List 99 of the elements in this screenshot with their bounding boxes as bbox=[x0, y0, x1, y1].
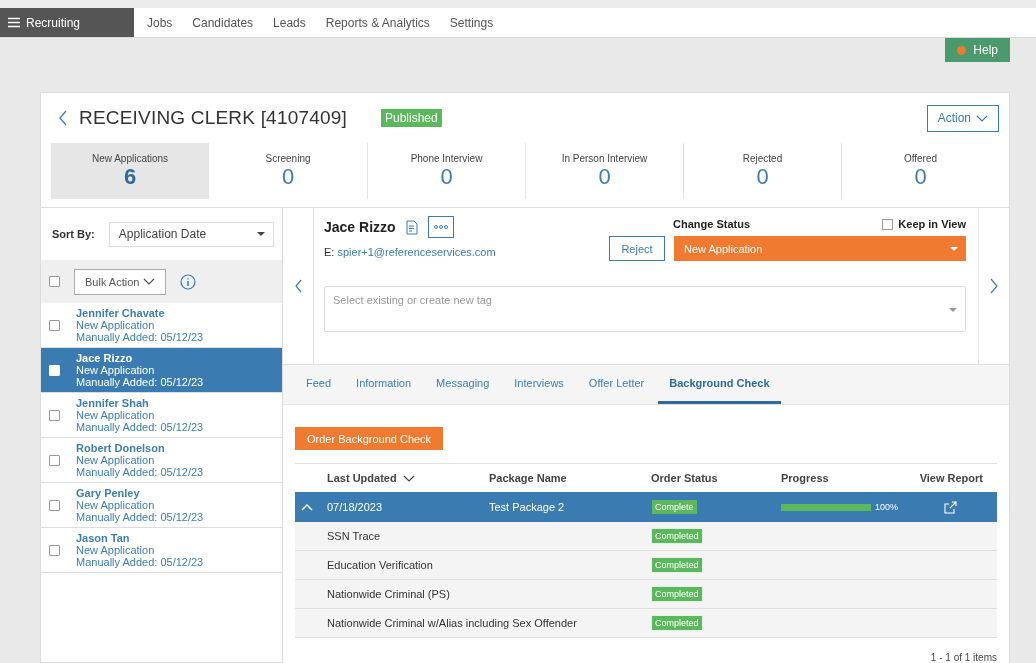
tab[interactable]: Feed bbox=[295, 364, 343, 404]
status-badge: Completed bbox=[651, 557, 703, 573]
ellipsis-icon bbox=[433, 225, 448, 229]
reject-button[interactable]: Reject bbox=[609, 236, 665, 261]
sort-label: Sort By: bbox=[52, 228, 95, 240]
tab[interactable]: Offer Letter bbox=[577, 364, 656, 404]
stage-tab[interactable]: Screening 0 bbox=[209, 143, 367, 199]
pagination-text: 1 - 1 of 1 items bbox=[929, 652, 997, 663]
nav-link[interactable]: Jobs bbox=[147, 15, 173, 30]
help-button[interactable]: Help bbox=[945, 38, 1010, 62]
table-cell-text: Nationwide Criminal (PS) bbox=[327, 588, 451, 600]
table-cell-text: Education Verification bbox=[327, 559, 434, 571]
nav-link[interactable]: Reports & Analytics bbox=[325, 15, 430, 30]
back-icon[interactable] bbox=[59, 110, 67, 126]
table-cell-text: SSN Trace bbox=[327, 530, 382, 542]
candidate-row[interactable]: Gary Penley New Application Manually Added: 05/12/23 bbox=[41, 483, 282, 528]
status-badge: Completed bbox=[651, 586, 703, 602]
external-link-icon[interactable] bbox=[944, 500, 957, 514]
candidate-name: Jennifer Shah bbox=[76, 397, 150, 409]
info-icon bbox=[180, 273, 197, 290]
column-header[interactable]: Last Updated bbox=[327, 472, 489, 484]
column-header: Progress bbox=[781, 472, 830, 484]
chevron-down-icon bbox=[976, 113, 988, 123]
nav-link[interactable]: Leads bbox=[273, 15, 306, 30]
chevron-up-icon[interactable] bbox=[301, 502, 313, 512]
tab[interactable]: Information bbox=[345, 364, 423, 404]
tab[interactable]: Messaging bbox=[425, 364, 501, 404]
caret-icon bbox=[256, 232, 265, 236]
candidate-status: New Application bbox=[76, 409, 156, 421]
stage-tab[interactable]: Rejected 0 bbox=[683, 143, 841, 199]
candidate-status: New Application bbox=[76, 454, 156, 466]
stage-tab[interactable]: New Applications 6 bbox=[51, 143, 209, 199]
document-icon[interactable] bbox=[405, 219, 418, 235]
chevron-down-icon bbox=[143, 277, 156, 286]
candidate-name: Jennifer Chavate bbox=[76, 307, 166, 319]
candidate-name: Jace Rizzo bbox=[76, 352, 134, 364]
added-date: Manually Added: 05/12/23 bbox=[76, 466, 204, 478]
checkbox[interactable] bbox=[49, 409, 60, 421]
candidate-row[interactable]: Jennifer Shah New Application Manually Added: 05/12/23 bbox=[41, 393, 282, 438]
candidate-status: New Application bbox=[76, 544, 156, 556]
candidate-row[interactable]: Robert Donelson New Application Manually Added: 05/12/23 bbox=[41, 438, 282, 483]
candidate-name: Jason Tan bbox=[76, 532, 131, 544]
progress-value: 100% bbox=[875, 502, 899, 512]
tag-field[interactable]: Select existing or create new tag bbox=[324, 286, 966, 332]
added-date: Manually Added: 05/12/23 bbox=[76, 331, 204, 343]
candidate-status: New Application bbox=[76, 364, 156, 376]
table-cell-text: 07/18/2023 bbox=[327, 501, 384, 513]
status-dropdown[interactable]: New Application bbox=[674, 236, 966, 261]
candidate-row[interactable]: Jace Rizzo New Application Manually Added: 05/12/23 bbox=[41, 348, 282, 393]
checkbox[interactable] bbox=[49, 544, 60, 556]
added-date: Manually Added: 05/12/23 bbox=[76, 421, 204, 433]
candidate-name: Robert Donelson bbox=[76, 442, 166, 454]
candidate-row[interactable]: Jason Tan New Application Manually Added: 05/12/23 bbox=[41, 528, 282, 573]
email-link[interactable]: spier+1@referenceservices.com bbox=[337, 246, 496, 258]
package-row[interactable]: 07/18/2023 Test Package 2 Complete 100% bbox=[295, 492, 997, 522]
status-badge: Complete bbox=[651, 499, 698, 515]
column-header: View Report bbox=[919, 472, 984, 484]
status-badge: Published bbox=[380, 109, 442, 127]
caret-icon bbox=[950, 246, 958, 251]
sort-dropdown[interactable]: Application Date bbox=[108, 221, 274, 247]
caret-icon bbox=[949, 308, 957, 312]
nav-link[interactable]: Candidates bbox=[192, 15, 254, 30]
stage-tab[interactable]: In Person Interview 0 bbox=[525, 143, 683, 199]
stage-tab[interactable]: Phone Interview 0 bbox=[367, 143, 525, 199]
column-header: Package Name bbox=[489, 472, 568, 484]
more-button[interactable] bbox=[427, 216, 454, 238]
added-date: Manually Added: 05/12/23 bbox=[76, 376, 204, 388]
status-badge: Completed bbox=[651, 528, 703, 544]
keep-in-view-checkbox[interactable]: Keep in View bbox=[882, 218, 966, 230]
candidate-status: New Application bbox=[76, 499, 156, 511]
checkbox[interactable] bbox=[49, 319, 60, 331]
stage-tab[interactable]: Offered 0 bbox=[841, 143, 999, 199]
bulk-action-dropdown[interactable]: Bulk Action bbox=[74, 268, 167, 295]
change-status-label: Change Status bbox=[673, 218, 750, 230]
email-label: E: bbox=[324, 246, 336, 258]
candidate-name: Jace Rizzo bbox=[324, 219, 396, 235]
app-menu-button[interactable]: Recruiting bbox=[0, 8, 134, 37]
select-all-checkbox[interactable] bbox=[49, 276, 60, 287]
nav-link[interactable]: Settings bbox=[449, 15, 494, 30]
tab[interactable]: Interviews bbox=[503, 364, 575, 404]
added-date: Manually Added: 05/12/23 bbox=[76, 511, 204, 523]
next-icon[interactable] bbox=[990, 277, 998, 294]
order-background-check-button[interactable]: Order Background Check bbox=[295, 427, 444, 450]
checkbox[interactable] bbox=[49, 454, 60, 466]
table-cell-text: Nationwide Criminal w/Alias including Sex Offender bbox=[327, 617, 578, 629]
status-badge: Completed bbox=[651, 615, 703, 631]
menu-icon bbox=[8, 17, 20, 28]
action-dropdown[interactable]: Action bbox=[926, 104, 999, 132]
status-dot-icon bbox=[957, 45, 967, 55]
checkbox[interactable] bbox=[49, 499, 60, 511]
tab[interactable]: Background Check bbox=[658, 364, 781, 404]
added-date: Manually Added: 05/12/23 bbox=[76, 556, 204, 568]
candidate-status: New Application bbox=[76, 319, 156, 331]
table-cell-text: Test Package 2 bbox=[489, 501, 566, 513]
candidate-name: Gary Penley bbox=[76, 487, 141, 499]
sort-icon bbox=[402, 473, 415, 483]
job-title: RECEIVING CLERK [4107409] bbox=[79, 107, 347, 129]
previous-icon[interactable] bbox=[294, 278, 302, 293]
column-header: Order Status bbox=[651, 472, 719, 484]
